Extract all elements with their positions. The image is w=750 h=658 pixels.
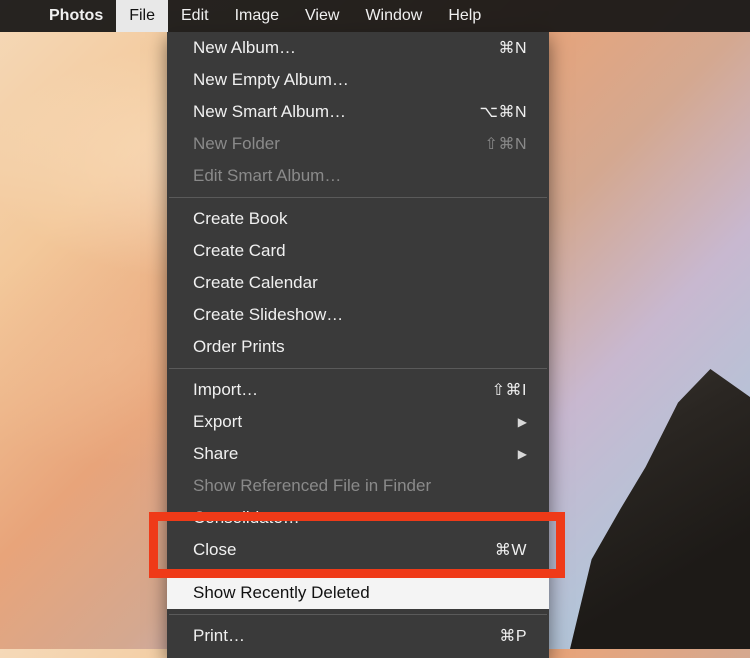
menu-item-label: Create Slideshow… <box>193 305 343 325</box>
menu-create-slideshow[interactable]: Create Slideshow… <box>167 299 549 331</box>
menu-help[interactable]: Help <box>435 0 494 32</box>
menu-item-label: Print… <box>193 626 245 646</box>
menu-import[interactable]: Import… ⇧⌘I <box>167 374 549 406</box>
menu-edit[interactable]: Edit <box>168 0 222 32</box>
menu-item-label: Edit Smart Album… <box>193 166 341 186</box>
menu-new-folder: New Folder ⇧⌘N <box>167 128 549 160</box>
menu-create-calendar[interactable]: Create Calendar <box>167 267 549 299</box>
menu-bar: Photos File Edit Image View Window Help <box>0 0 750 32</box>
menu-show-recently-deleted[interactable]: Show Recently Deleted <box>167 577 549 609</box>
menu-item-shortcut: ⌘P <box>499 626 527 646</box>
menu-separator <box>169 614 547 615</box>
menu-create-book[interactable]: Create Book <box>167 203 549 235</box>
menu-item-label: Create Book <box>193 209 288 229</box>
menu-new-empty-album[interactable]: New Empty Album… <box>167 64 549 96</box>
menu-item-label: Close <box>193 540 236 560</box>
menu-image[interactable]: Image <box>222 0 292 32</box>
menu-separator <box>169 571 547 572</box>
menu-item-label: Order Prints <box>193 337 285 357</box>
submenu-arrow-icon: ▶ <box>518 447 527 461</box>
menu-file[interactable]: File <box>116 0 168 32</box>
menu-item-label: Create Calendar <box>193 273 318 293</box>
menu-item-label: New Empty Album… <box>193 70 349 90</box>
menu-item-label: Consolidate… <box>193 508 300 528</box>
menu-item-label: Import… <box>193 380 258 400</box>
menu-separator <box>169 368 547 369</box>
submenu-arrow-icon: ▶ <box>518 415 527 429</box>
menu-export[interactable]: Export ▶ <box>167 406 549 438</box>
menu-print[interactable]: Print… ⌘P <box>167 620 549 652</box>
menu-item-label: New Smart Album… <box>193 102 346 122</box>
menu-order-prints[interactable]: Order Prints <box>167 331 549 363</box>
menu-item-label: Share <box>193 444 238 464</box>
menu-item-label: New Album… <box>193 38 296 58</box>
menu-view[interactable]: View <box>292 0 352 32</box>
file-dropdown: New Album… ⌘N New Empty Album… New Smart… <box>167 32 549 658</box>
menu-item-shortcut: ⌘N <box>498 38 527 58</box>
menu-create-card[interactable]: Create Card <box>167 235 549 267</box>
menu-close[interactable]: Close ⌘W <box>167 534 549 566</box>
menu-new-smart-album[interactable]: New Smart Album… ⌥⌘N <box>167 96 549 128</box>
menu-item-label: Show Referenced File in Finder <box>193 476 431 496</box>
menu-window[interactable]: Window <box>352 0 435 32</box>
menu-separator <box>169 197 547 198</box>
menu-item-label: New Folder <box>193 134 280 154</box>
menu-item-shortcut: ⌥⌘N <box>480 102 528 122</box>
menu-consolidate[interactable]: Consolidate… <box>167 502 549 534</box>
menu-new-album[interactable]: New Album… ⌘N <box>167 32 549 64</box>
menu-item-label: Show Recently Deleted <box>193 583 370 603</box>
menu-item-shortcut: ⇧⌘I <box>492 380 527 400</box>
menu-item-label: Create Card <box>193 241 286 261</box>
menu-share[interactable]: Share ▶ <box>167 438 549 470</box>
menu-edit-smart-album: Edit Smart Album… <box>167 160 549 192</box>
menu-app-name[interactable]: Photos <box>36 0 116 32</box>
menu-show-referenced-file: Show Referenced File in Finder <box>167 470 549 502</box>
menu-item-shortcut: ⌘W <box>495 540 527 560</box>
menu-item-label: Export <box>193 412 242 432</box>
menu-item-shortcut: ⇧⌘N <box>485 134 527 154</box>
